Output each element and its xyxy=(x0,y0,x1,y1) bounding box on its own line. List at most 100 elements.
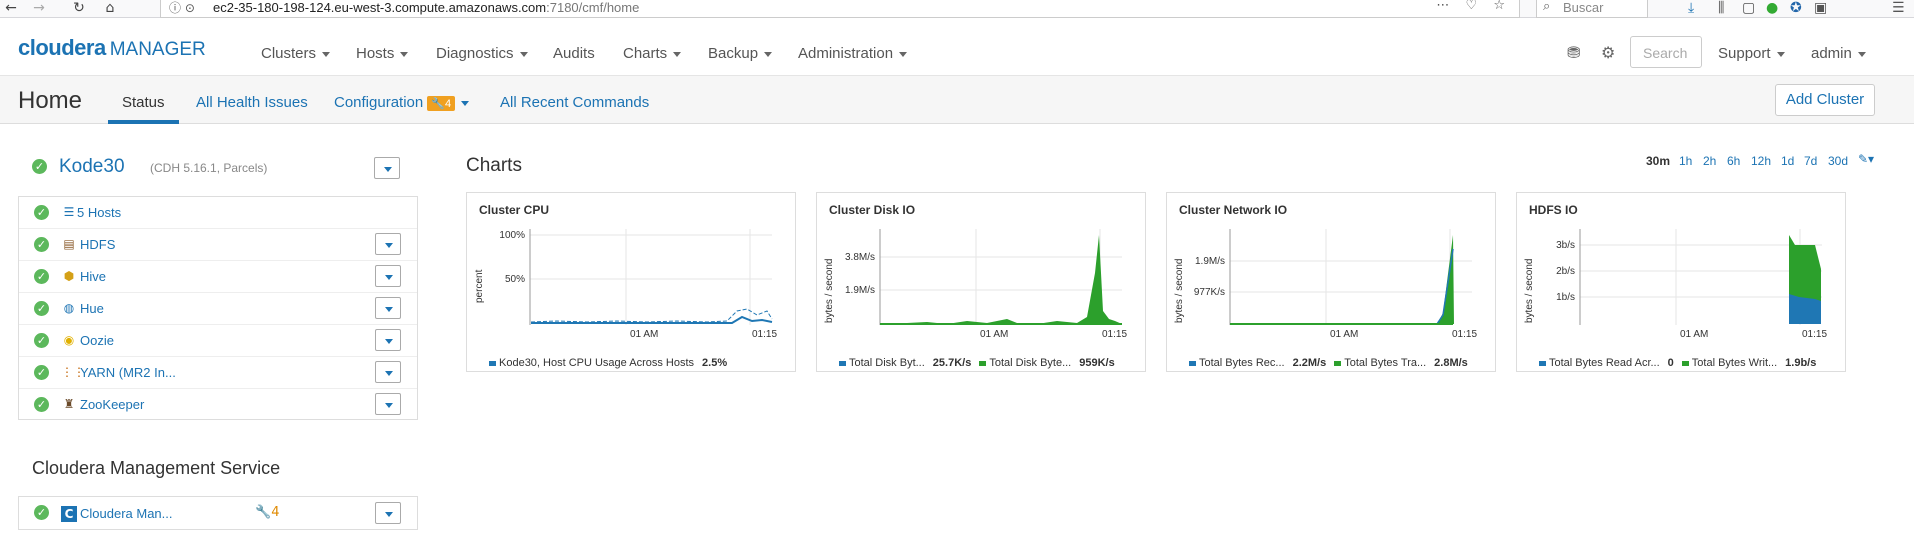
y-tick-label: 100% xyxy=(499,230,525,241)
yarn-icon: ⋮⋮ xyxy=(61,365,85,379)
page-actions-icon[interactable]: ⋯ ♡ ☆ xyxy=(1436,0,1511,13)
x-tick-label: 01 AM xyxy=(980,329,1008,340)
service-actions-dropdown[interactable] xyxy=(375,393,401,415)
time-range-1d[interactable]: 1d xyxy=(1781,154,1794,168)
parcel-icon[interactable]: ⛃ xyxy=(1567,43,1580,62)
active-tab-indicator xyxy=(108,120,179,124)
chart-hdfs-io[interactable]: HDFS IO 3b/s 2b/s 1b/s 01 AM 01:15 bytes… xyxy=(1516,192,1846,372)
service-link-hive[interactable]: Hive xyxy=(80,269,106,284)
add-cluster-button[interactable]: Add Cluster xyxy=(1775,84,1875,116)
site-info-icon[interactable]: ⓘ ⊙ xyxy=(169,0,195,16)
service-actions-dropdown[interactable] xyxy=(375,265,401,287)
tab-status[interactable]: Status xyxy=(122,94,165,111)
y-tick-label: 50% xyxy=(505,274,525,285)
service-row-zookeeper: ✓ ♜ ZooKeeper xyxy=(19,389,417,421)
cluster-name-link[interactable]: Kode30 xyxy=(59,156,125,178)
nav-backup[interactable]: Backup xyxy=(708,45,773,62)
service-link-oozie[interactable]: Oozie xyxy=(80,333,114,348)
legend-swatch xyxy=(1681,360,1689,366)
health-good-icon: ✓ xyxy=(34,333,49,348)
time-range-12h[interactable]: 12h xyxy=(1751,154,1771,168)
chart-cluster-disk-io[interactable]: Cluster Disk IO 3.8M/s 1.9M/s 01 AM 01:1… xyxy=(816,192,1146,372)
service-link-yarn[interactable]: YARN (MR2 In... xyxy=(80,365,176,380)
time-range-30d[interactable]: 30d xyxy=(1828,154,1848,168)
edit-charts-icon[interactable]: ✎▾ xyxy=(1858,152,1874,166)
home-icon[interactable]: ⌂ xyxy=(101,0,119,18)
health-good-icon: ✓ xyxy=(34,397,49,412)
x-tick-label: 01:15 xyxy=(1102,329,1127,340)
chart-legend: Total Bytes Read Acr... 0 Total Bytes Writ… xyxy=(1539,357,1824,369)
nav-support[interactable]: Support xyxy=(1718,45,1785,62)
y-axis-label: percent xyxy=(474,269,485,303)
extension-2-icon[interactable]: ✪ xyxy=(1790,0,1802,16)
url-text: ec2-35-180-198-124.eu-west-3.compute.ama… xyxy=(213,0,640,15)
search-input[interactable]: Search xyxy=(1630,36,1702,68)
time-range-1h[interactable]: 1h xyxy=(1679,154,1692,168)
chart-legend: Total Bytes Rec... 2.2M/s Total Bytes Tra.… xyxy=(1189,357,1476,369)
nav-hosts[interactable]: Hosts xyxy=(356,45,409,62)
reload-icon[interactable]: ↻ xyxy=(70,0,88,18)
running-commands-icon[interactable]: ⚙ xyxy=(1601,43,1615,62)
service-actions-dropdown[interactable] xyxy=(375,297,401,319)
y-tick-label: 1.9M/s xyxy=(845,285,875,296)
x-tick-label: 01 AM xyxy=(1330,329,1358,340)
service-actions-dropdown[interactable] xyxy=(375,361,401,383)
legend-value: 2.5% xyxy=(702,357,728,369)
service-actions-dropdown[interactable] xyxy=(375,329,401,351)
time-range-6h[interactable]: 6h xyxy=(1727,154,1740,168)
extension-3-icon[interactable]: ▣ xyxy=(1814,0,1827,16)
cloudera-management-icon: C xyxy=(61,506,77,522)
service-link-hdfs[interactable]: HDFS xyxy=(80,237,115,252)
time-range-2h[interactable]: 2h xyxy=(1703,154,1716,168)
service-link-hosts[interactable]: 5 Hosts xyxy=(77,205,121,220)
back-icon[interactable]: ← xyxy=(2,0,20,18)
service-list: ✓ ☰ 5 Hosts ✓ ▤ HDFS ✓ ⬢ Hive ✓ ◍ Hue ✓ … xyxy=(18,196,418,420)
page-header: Home Status All Health Issues Configurat… xyxy=(0,76,1914,124)
browser-search-placeholder: Buscar xyxy=(1563,0,1604,15)
service-link-hue[interactable]: Hue xyxy=(80,301,104,316)
cloudera-manager-logo[interactable]: cloudera MANAGER xyxy=(18,35,206,61)
browser-toolbar: ← → ↻ ⌂ ⓘ ⊙ ec2-35-180-198-124.eu-west-3… xyxy=(0,0,1914,18)
cluster-version: (CDH 5.16.1, Parcels) xyxy=(150,161,268,175)
forward-icon[interactable]: → xyxy=(30,0,48,18)
x-tick-label: 01 AM xyxy=(1680,329,1708,340)
tab-all-health-issues[interactable]: All Health Issues xyxy=(196,94,308,111)
address-bar[interactable]: ⓘ ⊙ ec2-35-180-198-124.eu-west-3.compute… xyxy=(160,0,1520,18)
service-row-oozie: ✓ ◉ Oozie xyxy=(19,325,417,357)
series-area-green xyxy=(881,235,1122,324)
nav-audits[interactable]: Audits xyxy=(553,45,595,62)
menu-icon[interactable]: ☰ xyxy=(1892,0,1905,16)
config-warning-icon[interactable]: 🔧4 xyxy=(255,505,279,520)
time-range-7d[interactable]: 7d xyxy=(1804,154,1817,168)
service-actions-dropdown[interactable] xyxy=(375,233,401,255)
download-icon[interactable]: ⤓ xyxy=(1688,0,1694,16)
chart-plot: 3.8M/s 1.9M/s 01 AM 01:15 bytes / second xyxy=(824,229,1127,340)
series-area-green xyxy=(1231,235,1454,324)
legend-label: Kode30, Host CPU Usage Across Hosts xyxy=(499,357,695,369)
tab-all-recent-commands[interactable]: All Recent Commands xyxy=(500,94,649,111)
service-link-zookeeper[interactable]: ZooKeeper xyxy=(80,397,144,412)
library-icon[interactable]: ⫼ xyxy=(1718,0,1724,16)
hosts-list-icon: ☰ xyxy=(63,205,75,219)
health-good-icon: ✓ xyxy=(34,301,49,316)
chart-cluster-cpu[interactable]: Cluster CPU 100% 50% 01 AM 01:15 percent… xyxy=(466,192,796,372)
cluster-actions-dropdown[interactable] xyxy=(374,157,400,179)
chart-cluster-network-io[interactable]: Cluster Network IO 1.9M/s 977K/s 01 AM 0… xyxy=(1166,192,1496,372)
nav-clusters[interactable]: Clusters xyxy=(261,45,331,62)
extension-icon[interactable]: ● xyxy=(1766,0,1778,16)
legend-label: Total Bytes Writ... xyxy=(1691,357,1778,369)
tab-configuration[interactable]: Configuration 🔧4 xyxy=(334,94,470,111)
nav-administration[interactable]: Administration xyxy=(798,45,908,62)
health-good-icon: ✓ xyxy=(34,237,49,252)
service-row-hue: ✓ ◍ Hue xyxy=(19,293,417,325)
service-actions-dropdown[interactable] xyxy=(375,502,401,524)
zookeeper-icon: ♜ xyxy=(63,397,75,411)
sidebar-icon[interactable]: ▢ xyxy=(1742,0,1755,16)
time-range-30m[interactable]: 30m xyxy=(1646,154,1670,168)
nav-charts[interactable]: Charts xyxy=(623,45,682,62)
nav-user-menu[interactable]: admin xyxy=(1811,45,1866,62)
browser-search-input[interactable]: ⌕ Buscar xyxy=(1536,0,1648,18)
legend-label: Total Disk Byt... xyxy=(849,357,925,369)
nav-diagnostics[interactable]: Diagnostics xyxy=(436,45,528,62)
service-link-cloudera-management[interactable]: Cloudera Man... xyxy=(80,506,173,521)
